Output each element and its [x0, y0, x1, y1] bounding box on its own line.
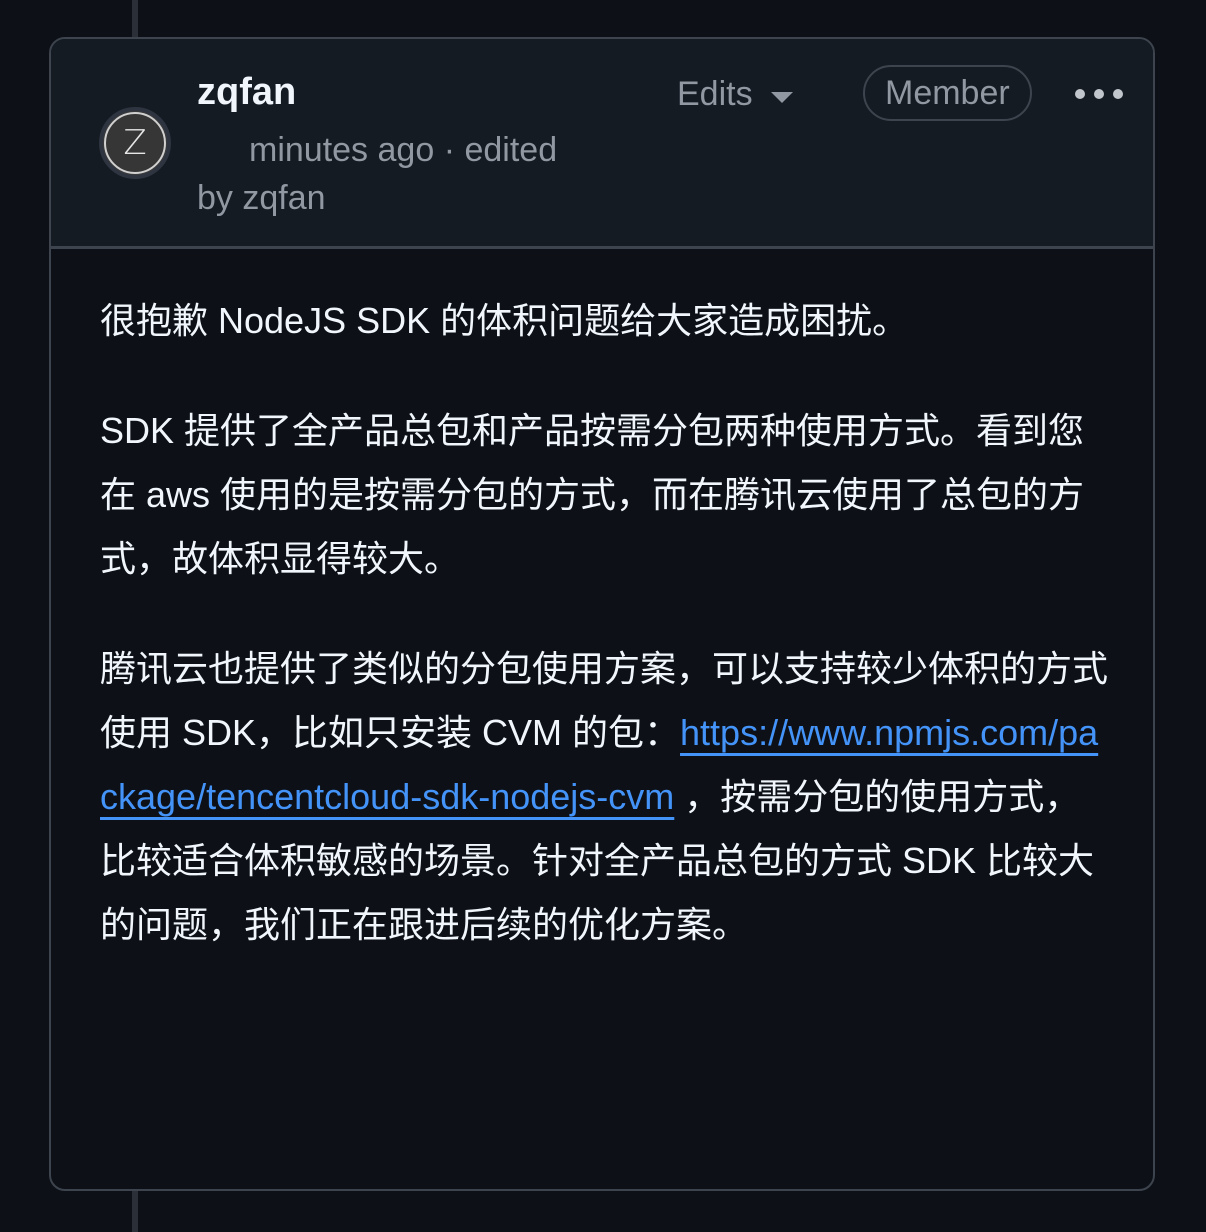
dot	[1075, 89, 1085, 99]
triangle-down-icon	[770, 92, 793, 103]
edits-dropdown-button[interactable]: Edits	[677, 75, 793, 114]
comment-timestamp[interactable]: minutes ago	[249, 131, 434, 169]
author-name[interactable]: zqfan	[197, 71, 296, 114]
edits-label: Edits	[677, 75, 753, 113]
body-paragraph-2: SDK 提供了全产品总包和产品按需分包两种使用方式。看到您在 aws 使用的是按…	[100, 410, 1085, 579]
comment-meta: minutes ago · edited	[249, 131, 557, 170]
kebab-horizontal-icon[interactable]	[1075, 85, 1123, 103]
timeline-connector-bottom	[132, 1190, 138, 1232]
meta-separator: ·	[443, 131, 456, 169]
avatar[interactable]: Z	[99, 107, 171, 179]
body-paragraph-1: 很抱歉 NodeJS SDK 的体积问题给大家造成困扰。	[100, 300, 909, 341]
role-badge: Member	[863, 65, 1032, 121]
comment-body: 很抱歉 NodeJS SDK 的体积问题给大家造成困扰。 SDK 提供了全产品总…	[100, 289, 1110, 1003]
edited-by: by zqfan	[197, 179, 326, 217]
comment-card: Z zqfan minutes ago · edited by zqfan Ed…	[49, 37, 1155, 1191]
dot	[1113, 89, 1123, 99]
dot	[1094, 89, 1104, 99]
timeline-connector-top	[132, 0, 138, 40]
avatar-letter: Z	[104, 112, 166, 174]
comment-header: Z zqfan minutes ago · edited by zqfan Ed…	[51, 39, 1153, 249]
body-paragraph-3: 腾讯云也提供了类似的分包使用方案，可以支持较少体积的方式使用 SDK，比如只安装…	[100, 637, 1110, 957]
edited-label: edited	[464, 131, 558, 169]
